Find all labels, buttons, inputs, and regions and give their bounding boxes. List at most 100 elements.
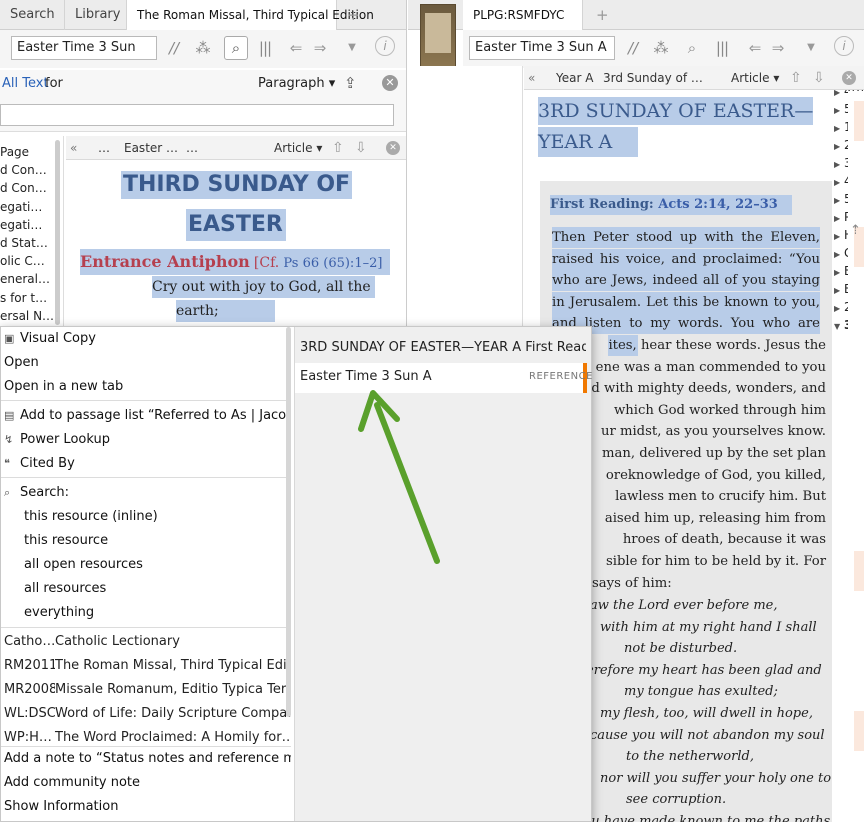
reading-body-line: which God worked through him [613, 402, 826, 418]
menu-search-everything[interactable]: everything [1, 601, 291, 625]
book-cover-thumbnail[interactable] [420, 4, 456, 68]
left-toc-item[interactable]: d Con… [0, 161, 54, 179]
menu-resource-item[interactable]: RM2011The Roman Missal, Third Typical Ed… [1, 654, 291, 678]
menu-resource-item[interactable]: Catho…Catholic Lectionary [1, 630, 291, 654]
menu-visual-copy[interactable]: ▣ Visual Copy [1, 327, 291, 351]
scope-dropdown[interactable]: Paragraph ▾ [258, 76, 335, 91]
left-scrollbar[interactable] [55, 140, 60, 325]
reference-box[interactable]: Easter Time 3 Sun [11, 36, 157, 60]
right-crumb-1[interactable]: Year A [556, 66, 593, 89]
menu-divider [1, 627, 291, 628]
edge-scroll-up-icon[interactable]: ⇡ [850, 223, 861, 238]
left-toc-item[interactable]: egati… [0, 216, 54, 234]
right-view-dropdown[interactable]: Article ▾ [731, 66, 779, 89]
left-toc-item[interactable]: eneral… [0, 270, 54, 288]
right-reference-box[interactable]: Easter Time 3 Sun A [469, 36, 615, 60]
tab-plpg[interactable]: PLPG:RSMFDYC [463, 0, 583, 30]
left-toc-item[interactable]: egati… [0, 198, 54, 216]
right-down-icon[interactable]: ⇩ [813, 66, 825, 89]
visual-filter-icon[interactable]: ⁂ [192, 37, 214, 59]
tab-roman-missal[interactable]: The Roman Missal, Third Typical Edition [127, 0, 374, 30]
tab-library[interactable]: Library [65, 0, 127, 30]
left-toc-item[interactable]: s for t… [0, 289, 54, 307]
left-toc-item[interactable]: d Con… [0, 179, 54, 197]
resource-title: The Roman Missal, Third Typical Edi… [55, 658, 291, 673]
reading-ref[interactable]: Acts 2:14, 22–33 [658, 197, 778, 212]
add-right-tab-button[interactable]: + [586, 0, 610, 30]
parallel-icon[interactable]: // [164, 37, 184, 59]
menu-scrollbar[interactable] [286, 327, 291, 717]
reading-body-line: sible for him to be held by it. For [605, 554, 826, 569]
menu-resource-item[interactable]: MR2008Missale Romanum, Editio Typica Ter… [1, 678, 291, 702]
menu-open-new-tab[interactable]: Open in a new tab [1, 375, 291, 399]
menu-show-information[interactable]: Show Information [1, 795, 291, 819]
right-close-nav-icon[interactable]: ✕ [842, 71, 856, 85]
reading-body-line: hroes of death, because it was [622, 532, 826, 548]
power-lookup-icon: ↯ [4, 433, 14, 446]
right-info-icon[interactable]: i [834, 36, 854, 56]
menu-search-this-resource-inline[interactable]: this resource (inline) [1, 505, 291, 529]
left-toc-item[interactable]: Page [0, 143, 54, 161]
reading-poem-line: see corruption. [626, 792, 727, 808]
reading-body-line: says of him: [592, 575, 672, 591]
share-icon[interactable]: ⇪ [344, 74, 357, 92]
left-toc-item[interactable]: d Stat… [0, 234, 54, 252]
left-nav-bar: « … Easter … … Article ▾ ⇧ ⇩ ✕ [66, 136, 406, 160]
right-columns-icon[interactable]: ||| [711, 37, 733, 59]
menu-cited-by[interactable]: ❝ Cited By [1, 452, 291, 476]
search-input[interactable] [0, 104, 394, 126]
view-label: Article [274, 141, 313, 155]
menu-open-label: Open [4, 355, 39, 370]
search-icon: ⌕ [4, 486, 11, 499]
antiphon-cf: [Cf. [253, 255, 280, 271]
search-icon[interactable]: ⌕ [224, 36, 248, 60]
right-toolbar: Easter Time 3 Sun A // ⁂ ⌕ ||| ⇐ ⇒ ▼ i [463, 30, 864, 68]
left-toc-item[interactable]: ersal N… [0, 307, 54, 325]
down-icon[interactable]: ⇩ [355, 136, 367, 159]
menu-resource-item[interactable]: WL:DSCWord of Life: Daily Scripture Comp… [1, 702, 291, 726]
menu-search-all-open-resources[interactable]: all open resources [1, 553, 291, 577]
history-dropdown-icon[interactable]: ▼ [344, 37, 360, 59]
left-toc-item[interactable]: olic C… [0, 252, 54, 270]
reading-body-line: Then Peter stood up with the Eleven, [552, 227, 820, 248]
menu-add-passage-list[interactable]: ▤ Add to passage list “Referred to As | J… [1, 404, 291, 428]
right-collapse-icon[interactable]: « [528, 66, 535, 89]
right-forward-icon[interactable]: ⇒ [768, 37, 788, 59]
list-icon: ▤ [4, 409, 15, 422]
forward-icon[interactable]: ⇒ [310, 37, 330, 59]
up-icon[interactable]: ⇧ [332, 136, 344, 159]
left-document: THIRD SUNDAY OF EASTER Entrance Antiphon… [66, 161, 406, 331]
tab-search[interactable]: Search [0, 0, 65, 30]
right-history-dropdown-icon[interactable]: ▼ [803, 37, 819, 59]
view-dropdown[interactable]: Article ▾ [274, 136, 322, 159]
menu-open[interactable]: Open [1, 351, 291, 375]
right-up-icon[interactable]: ⇧ [790, 66, 802, 89]
right-crumb-2[interactable]: 3rd Sunday of … [603, 66, 703, 89]
collapse-icon[interactable]: « [70, 136, 77, 159]
close-search-icon[interactable]: ✕ [382, 75, 398, 91]
menu-add-note[interactable]: Add a note to “Status notes and referenc… [1, 747, 291, 771]
right-parallel-icon[interactable]: // [623, 37, 643, 59]
back-icon[interactable]: ⇐ [286, 37, 306, 59]
menu-power-lookup[interactable]: ↯ Power Lookup [1, 428, 291, 452]
info-icon[interactable]: i [375, 36, 395, 56]
all-text-mode[interactable]: All Text [2, 76, 49, 91]
right-search-icon[interactable]: ⌕ [681, 37, 703, 59]
close-nav-icon[interactable]: ✕ [386, 141, 400, 155]
crumb-2[interactable]: Easter … [124, 136, 178, 159]
crumb-3[interactable]: … [186, 136, 198, 159]
right-toc [416, 66, 523, 336]
add-tab-button[interactable]: + [337, 0, 361, 30]
columns-icon[interactable]: ||| [254, 37, 276, 59]
menu-search-all-resources[interactable]: all resources [1, 577, 291, 601]
reading-poem-line: nor will you suffer your holy one to [600, 770, 832, 786]
menu-search-this-resource[interactable]: this resource [1, 529, 291, 553]
visual-copy-icon: ▣ [4, 332, 15, 345]
right-back-icon[interactable]: ⇐ [745, 37, 765, 59]
crumb-1[interactable]: … [98, 136, 110, 159]
scope-label: Paragraph [258, 76, 325, 91]
right-visual-filter-icon[interactable]: ⁂ [650, 37, 672, 59]
menu-add-community-note[interactable]: Add community note [1, 771, 291, 795]
antiphon-ref[interactable]: Ps 66 (65):1–2] [283, 256, 382, 271]
menu-open-new-tab-label: Open in a new tab [4, 379, 124, 394]
